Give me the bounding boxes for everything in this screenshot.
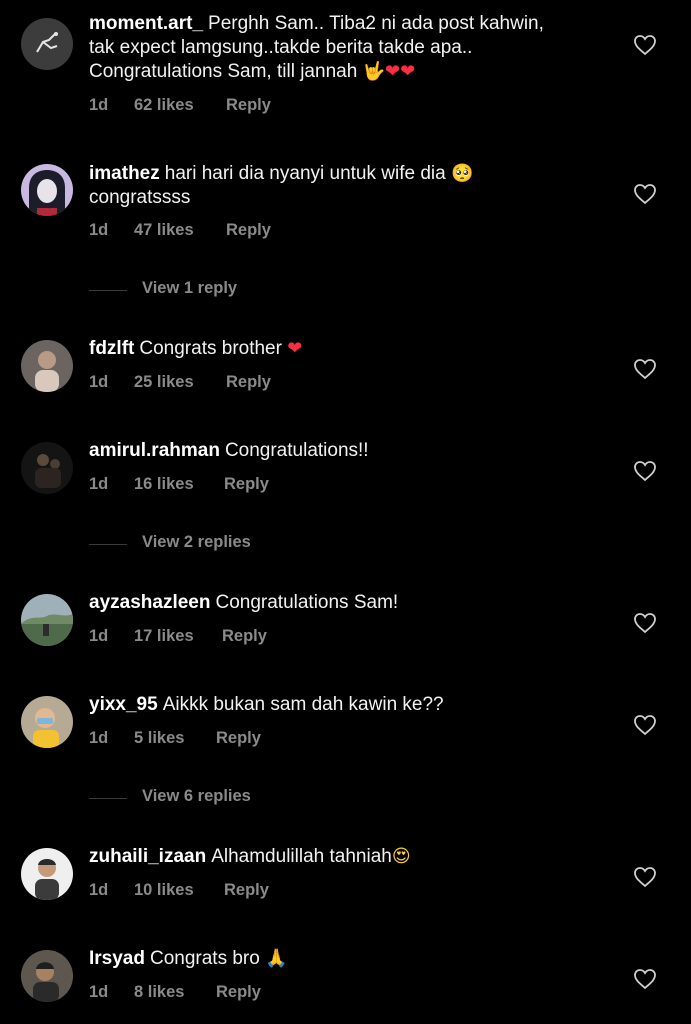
avatar[interactable] <box>21 340 73 392</box>
avatar[interactable] <box>21 18 73 70</box>
avatar[interactable] <box>21 848 73 900</box>
reply-button[interactable]: Reply <box>216 729 261 748</box>
comment-text: Irsyad Congrats bro 🙏 <box>89 948 288 969</box>
heart-outline-icon[interactable] <box>633 183 657 205</box>
likes-count[interactable]: 17 likes <box>134 627 194 646</box>
reply-button[interactable]: Reply <box>224 475 269 494</box>
pleading-face-emoji: 🥺 <box>450 163 474 184</box>
username[interactable]: fdzlft <box>89 338 134 359</box>
reply-button[interactable]: Reply <box>226 221 271 240</box>
username[interactable]: moment.art_ <box>89 13 203 34</box>
divider-line <box>89 290 127 291</box>
comment-text: ayzashazleen Congratulations Sam! <box>89 592 399 613</box>
heart-outline-icon[interactable] <box>633 34 657 56</box>
timestamp: 1d <box>89 881 109 899</box>
avatar[interactable] <box>21 594 73 646</box>
avatar[interactable] <box>21 950 73 1002</box>
heart-outline-icon[interactable] <box>633 460 657 482</box>
heart-outline-icon[interactable] <box>633 612 657 634</box>
avatar[interactable] <box>21 164 73 216</box>
divider-line <box>89 544 127 545</box>
reply-button[interactable]: Reply <box>222 627 267 646</box>
avatar[interactable] <box>21 696 73 748</box>
comment-text: yixx_95 Aikkk bukan sam dah kawin ke?? <box>89 694 444 715</box>
username[interactable]: yixx_95 <box>89 694 158 715</box>
likes-count[interactable]: 62 likes <box>134 96 194 115</box>
likes-count[interactable]: 10 likes <box>134 881 194 900</box>
red-heart-emoji: ❤ <box>400 61 416 82</box>
username[interactable]: zuhaili_izaan <box>89 846 206 867</box>
timestamp: 1d <box>89 96 109 114</box>
man-photo-avatar-icon <box>21 950 73 1002</box>
divider-line <box>89 798 127 799</box>
heart-outline-icon[interactable] <box>633 714 657 736</box>
comment-text: moment.art_ Perghh Sam.. Tiba2 ni ada pos… <box>89 13 544 82</box>
reply-button[interactable]: Reply <box>226 96 271 115</box>
timestamp: 1d <box>89 729 109 747</box>
heart-outline-icon[interactable] <box>633 968 657 990</box>
cartoon-girl-avatar-icon <box>21 164 73 216</box>
folded-hands-emoji: 🙏 <box>265 948 288 969</box>
likes-count[interactable]: 5 likes <box>134 729 184 748</box>
comment-text: amirul.rahman Congratulations!! <box>89 440 369 461</box>
photo-avatar-icon <box>21 340 73 392</box>
dark-photo-avatar-icon <box>21 442 73 494</box>
man-photo-avatar-icon <box>21 848 73 900</box>
hand-sketch-avatar-icon <box>21 18 73 70</box>
likes-count[interactable]: 8 likes <box>134 983 184 1002</box>
timestamp: 1d <box>89 627 109 645</box>
timestamp: 1d <box>89 373 109 391</box>
timestamp: 1d <box>89 475 109 493</box>
username[interactable]: ayzashazleen <box>89 592 210 613</box>
likes-count[interactable]: 16 likes <box>134 475 194 494</box>
username[interactable]: Irsyad <box>89 948 145 969</box>
reply-button[interactable]: Reply <box>216 983 261 1002</box>
username[interactable]: amirul.rahman <box>89 440 220 461</box>
landscape-avatar-icon <box>21 594 73 646</box>
reply-button[interactable]: Reply <box>224 881 269 900</box>
likes-count[interactable]: 25 likes <box>134 373 194 392</box>
reply-button[interactable]: Reply <box>226 373 271 392</box>
comment-text: fdzlft Congrats brother ❤ <box>89 338 303 359</box>
avatar[interactable] <box>21 442 73 494</box>
red-heart-emoji: ❤ <box>287 338 303 359</box>
comment-text: zuhaili_izaan Alhamdulillah tahniah😍 <box>89 846 411 867</box>
username[interactable]: imathez <box>89 163 160 184</box>
heart-outline-icon[interactable] <box>633 866 657 888</box>
timestamp: 1d <box>89 221 109 239</box>
likes-count[interactable]: 47 likes <box>134 221 194 240</box>
rock-hand-emoji: 🤟 <box>362 61 385 82</box>
heart-eyes-emoji: 😍 <box>391 846 411 867</box>
red-heart-emoji: ❤ <box>384 61 401 82</box>
comment-text: imathez hari hari dia nyanyi untuk wife d… <box>89 163 474 208</box>
child-photo-avatar-icon <box>21 696 73 748</box>
heart-outline-icon[interactable] <box>633 358 657 380</box>
timestamp: 1d <box>89 983 109 1001</box>
